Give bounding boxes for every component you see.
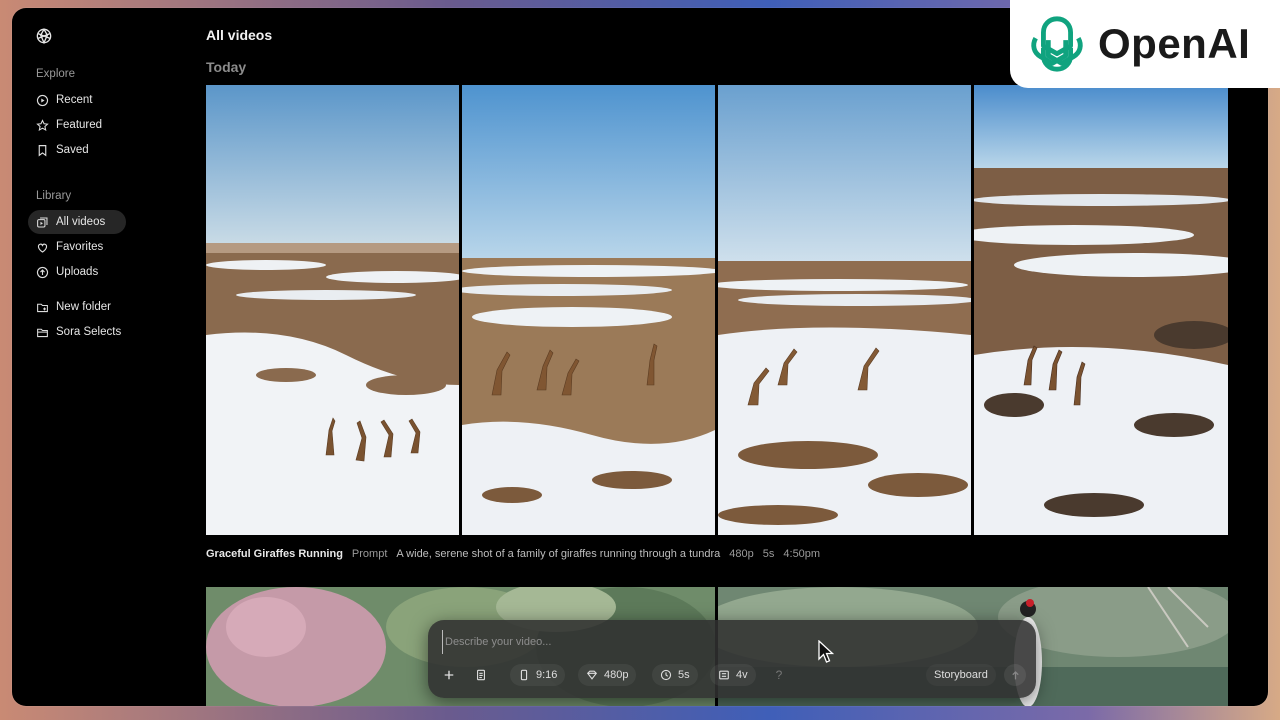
storyboard-button[interactable]: Storyboard (926, 664, 996, 686)
video-frame-image (206, 85, 459, 535)
sidebar-item-sora-selects[interactable]: Sora Selects (28, 320, 136, 344)
sidebar-item-label: Favorites (56, 241, 104, 253)
aspect-ratio-selector[interactable]: 9:16 (510, 664, 566, 686)
sidebar-item-recent[interactable]: Recent (28, 88, 126, 112)
sidebar-item-label: New folder (56, 301, 111, 313)
add-button[interactable] (438, 664, 460, 686)
mouse-cursor-icon (818, 640, 834, 663)
video-frame-image (462, 85, 715, 535)
sidebar-item-featured[interactable]: Featured (28, 113, 126, 137)
sidebar-item-label: Uploads (56, 266, 99, 278)
video-time: 4:50pm (783, 548, 821, 560)
sidebar-item-label: Featured (56, 119, 103, 131)
sidebar-item-all-videos[interactable]: All videos (28, 210, 126, 234)
folder-icon (37, 328, 48, 337)
video-title[interactable]: Graceful Giraffes Running (206, 548, 343, 560)
library-label: Library (36, 190, 72, 202)
sidebar-item-label: Sora Selects (56, 326, 122, 338)
clock-icon (660, 669, 672, 681)
sidebar-item-uploads[interactable]: Uploads (28, 260, 126, 284)
app-window: Explore Recent Featured Saved Library Al… (12, 8, 1268, 706)
explore-label: Explore (36, 68, 75, 80)
prompt-text: A wide, serene shot of a family of giraf… (396, 548, 721, 560)
phone-portrait-icon (520, 669, 528, 681)
plus-icon (444, 670, 454, 680)
variations-value: 4v (736, 669, 748, 681)
play-circle-icon (36, 94, 49, 106)
aspect-ratio-value: 9:16 (536, 669, 558, 681)
storyboard-label: Storyboard (934, 669, 988, 681)
upload-icon (36, 266, 49, 278)
sidebar: Explore Recent Featured Saved Library Al… (12, 8, 192, 706)
sidebar-item-label: Recent (56, 94, 93, 106)
variations-icon (719, 670, 729, 680)
video-thumbnail-1[interactable] (206, 85, 459, 535)
sidebar-item-saved[interactable]: Saved (28, 138, 126, 162)
video-frame-image (974, 85, 1228, 535)
videos-icon (37, 217, 48, 227)
prompt-composer: 9:16 480p 5s 4v ? Storyboard (428, 620, 1036, 698)
duration-value: 5s (678, 669, 690, 681)
resolution-selector[interactable]: 480p (578, 664, 637, 686)
video-resolution: 480p (729, 548, 754, 560)
sidebar-item-label: All videos (56, 216, 106, 228)
video-meta: Graceful Giraffes Running Prompt A wide,… (206, 548, 820, 560)
prompt-label: Prompt (351, 548, 388, 560)
heart-icon (37, 243, 48, 253)
folder-plus-icon (37, 303, 48, 312)
sidebar-item-favorites[interactable]: Favorites (28, 235, 126, 259)
badge-text: OpenAI (1098, 20, 1251, 67)
openai-logo-icon (1031, 16, 1083, 72)
help-button[interactable]: ? (768, 664, 790, 686)
video-duration: 5s (762, 548, 775, 560)
describe-video-input[interactable] (442, 630, 1007, 654)
resolution-value: 480p (604, 669, 629, 681)
sidebar-item-label: Saved (56, 144, 89, 156)
video-frame-image (718, 85, 971, 535)
video-thumbnail-2[interactable] (462, 85, 715, 535)
diamond-icon (586, 670, 598, 680)
sidebar-item-new-folder[interactable]: New folder (28, 295, 126, 319)
section-date: Today (206, 59, 247, 75)
video-thumbnail-4[interactable] (974, 85, 1228, 535)
document-icon (477, 669, 485, 681)
star-icon (36, 118, 49, 131)
page-title: All videos (206, 27, 273, 43)
video-thumbnail-3[interactable] (718, 85, 971, 535)
openai-badge: OpenAI (1010, 0, 1280, 88)
bookmark-icon (38, 144, 47, 157)
submit-button[interactable] (1004, 664, 1026, 686)
storyboard-doc-button[interactable] (470, 664, 492, 686)
arrow-up-icon (1011, 670, 1019, 679)
variations-selector[interactable]: 4v (710, 664, 756, 686)
duration-selector[interactable]: 5s (652, 664, 698, 686)
openai-logo-icon[interactable] (34, 26, 54, 46)
